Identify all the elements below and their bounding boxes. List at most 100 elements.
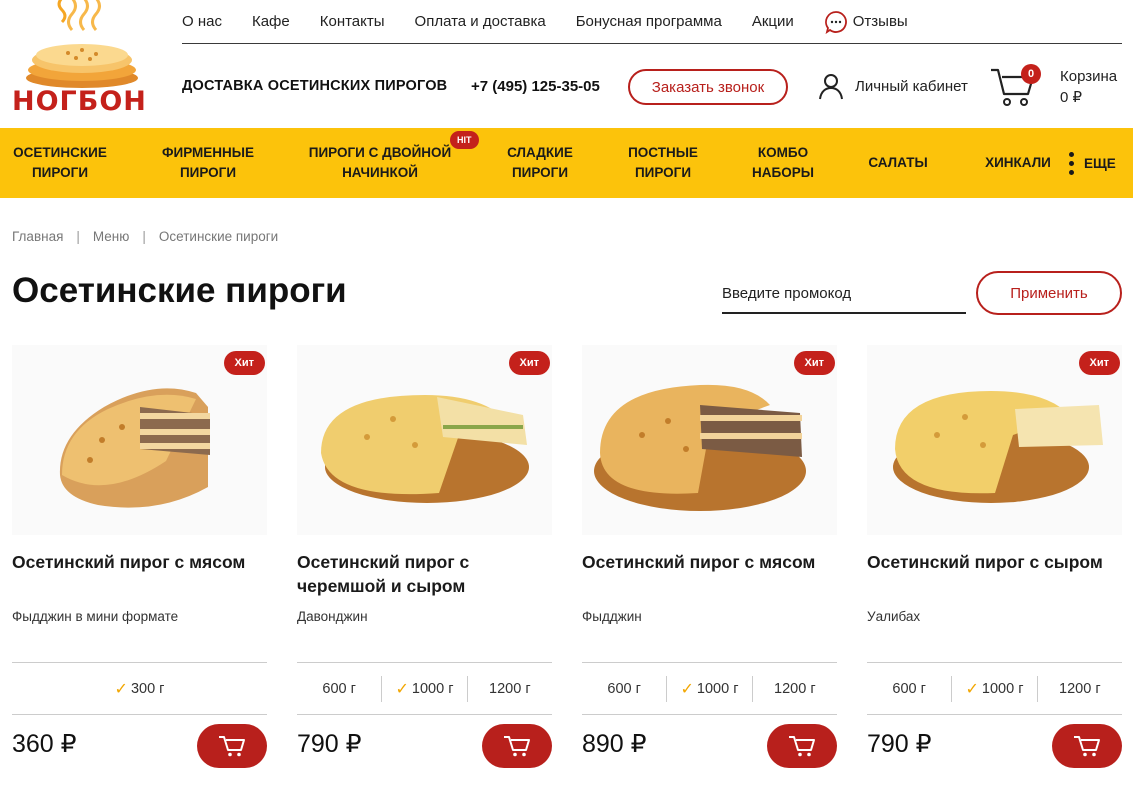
order-callback-button[interactable]: Заказать звонок [628,69,788,105]
more-label: ЕЩЕ [1084,155,1116,171]
add-to-cart-button[interactable] [767,724,837,768]
header-cart[interactable]: 0 Корзина 0 ₽ [990,64,1125,110]
cart-icon [504,736,530,757]
hit-badge: Хит [1078,351,1120,375]
product-image[interactable] [867,345,1122,535]
weight-label: 600 г [892,680,926,697]
nav-promotions[interactable]: Акции [752,13,794,30]
cart-label: Корзина [1060,68,1118,85]
weight-selector: 600 г ✓ 1000 г 1200 г [297,662,552,715]
breadcrumb-menu[interactable]: Меню [93,229,130,244]
breadcrumb: Главная | Меню | Осетинские пироги [12,229,278,244]
logo-pie-icon [26,0,138,88]
product-subtitle: Давонджин [297,609,368,624]
delivery-title: ДОСТАВКА ОСЕТИНСКИХ ПИРОГОВ [182,78,448,94]
weight-label: 600 г [322,680,356,697]
add-to-cart-button[interactable] [482,724,552,768]
product-title[interactable]: Осетинский пирог с мясом [12,550,267,574]
weight-label: 600 г [607,680,641,697]
category-label: ХИНКАЛИ [985,155,1051,170]
category-khinkali[interactable]: ХИНКАЛИ [974,128,1062,198]
logo-text: НОГБОН [12,86,147,117]
product-title[interactable]: Осетинский пирог с сыром [867,550,1122,574]
category-signature-pies[interactable]: ФИРМЕННЫЕ ПИРОГИ [152,128,264,198]
weight-option[interactable]: 600 г [867,676,951,702]
product-price: 360 ₽ [12,730,77,758]
weight-option[interactable]: 1200 г [1036,675,1122,702]
weight-selector: 600 г ✓ 1000 г 1200 г [582,662,837,715]
category-sweet-pies[interactable]: СЛАДКИЕ ПИРОГИ [496,128,584,198]
category-label-line1: ПОСТНЫЕ [628,145,698,160]
nav-payment-delivery[interactable]: Оплата и доставка [415,13,546,30]
weight-option-selected[interactable]: ✓ 1000 г [666,675,751,702]
product-title[interactable]: Осетинский пирог с черемшой и сыром [297,550,552,598]
top-navigation: О нас Кафе Контакты Оплата и доставка Бо… [182,0,1122,44]
weight-label: 1200 г [1059,680,1101,697]
weight-option[interactable]: 600 г [582,676,666,702]
product-price: 790 ₽ [867,730,932,758]
cart-count-badge: 0 [1021,64,1041,84]
product-card: Хит Осетинский пирог с мясом Фыдджин 600… [582,345,837,785]
category-label-line2: ПИРОГИ [634,165,692,180]
category-label-line1: ФИРМЕННЫЕ [161,145,255,160]
nav-cafe[interactable]: Кафе [252,13,290,30]
checkmark-icon: ✓ [965,680,979,698]
product-image[interactable] [582,345,837,535]
weight-option[interactable]: 1200 г [751,675,837,702]
apply-promo-button[interactable]: Применить [976,271,1122,315]
nav-reviews-label: Отзывы [852,13,908,30]
account-link[interactable]: Личный кабинет [817,72,968,100]
weight-label: 1200 г [774,680,816,697]
category-more-button[interactable]: ЕЩЕ [1068,128,1116,198]
weight-selector: ✓ 300 г [12,662,267,715]
weight-option-selected[interactable]: ✓ 1000 г [951,675,1036,702]
category-label-line2: НАБОРЫ [752,165,814,180]
add-to-cart-button[interactable] [1052,724,1122,768]
nav-reviews[interactable]: Отзывы [824,10,908,34]
chat-bubble-icon [824,10,847,34]
category-double-filling-pies[interactable]: ПИРОГИ С ДВОЙНОЙ НАЧИНКОЙ HIT [302,128,479,198]
weight-option[interactable]: 600 г [297,676,381,702]
promo-code-input[interactable] [722,274,966,314]
site-logo[interactable]: НОГБОН [10,0,160,118]
weight-label: 300 г [130,680,165,697]
product-image[interactable] [297,345,552,535]
category-label-line1: ОСЕТИНСКИЕ [13,145,107,160]
product-card: Хит Осетинский пирог с сыром Уалибах 600… [867,345,1122,785]
category-ossetian-pies[interactable]: ОСЕТИНСКИЕ ПИРОГИ [6,128,114,198]
category-label-line1: КОМБО [757,145,809,160]
weight-option-selected[interactable]: ✓ 300 г [12,676,267,702]
category-label-line2: ПИРОГИ [179,165,237,180]
product-price: 790 ₽ [297,730,362,758]
product-title[interactable]: Осетинский пирог с мясом [582,550,837,574]
more-dots-icon [1068,150,1074,177]
add-to-cart-button[interactable] [197,724,267,768]
weight-option-selected[interactable]: ✓ 1000 г [381,675,466,702]
account-label: Личный кабинет [855,77,968,95]
nav-contacts[interactable]: Контакты [320,13,385,30]
nav-bonus-program[interactable]: Бонусная программа [576,13,722,30]
category-combo-sets[interactable]: КОМБО НАБОРЫ [740,128,826,198]
weight-option[interactable]: 1200 г [466,675,552,702]
product-subtitle: Фыдджин в мини формате [12,609,179,624]
category-salads[interactable]: САЛАТЫ [858,128,938,198]
hit-badge: Хит [508,351,550,375]
breadcrumb-home[interactable]: Главная [12,229,63,244]
category-bar: ОСЕТИНСКИЕ ПИРОГИ ФИРМЕННЫЕ ПИРОГИ ПИРОГИ … [0,128,1133,198]
cart-icon [1074,736,1100,757]
checkmark-icon: ✓ [114,680,128,698]
product-image[interactable] [12,345,267,535]
weight-selector: 600 г ✓ 1000 г 1200 г [867,662,1122,715]
product-card: Хит Осетинский пирог с черемшой и сыром … [297,345,552,785]
phone-link[interactable]: +7 (495) 125-35-05 [471,78,600,95]
weight-label: 1200 г [489,680,531,697]
category-label-line2: ПИРОГИ [31,165,89,180]
product-subtitle: Фыдджин [582,609,642,624]
cart-icon [219,736,245,757]
weight-label: 1000 г [411,680,454,697]
category-lenten-pies[interactable]: ПОСТНЫЕ ПИРОГИ [618,128,708,198]
breadcrumb-separator: | [142,229,146,244]
breadcrumb-current: Осетинские пироги [158,229,279,244]
product-subtitle: Уалибах [867,609,921,624]
nav-about[interactable]: О нас [182,13,222,30]
